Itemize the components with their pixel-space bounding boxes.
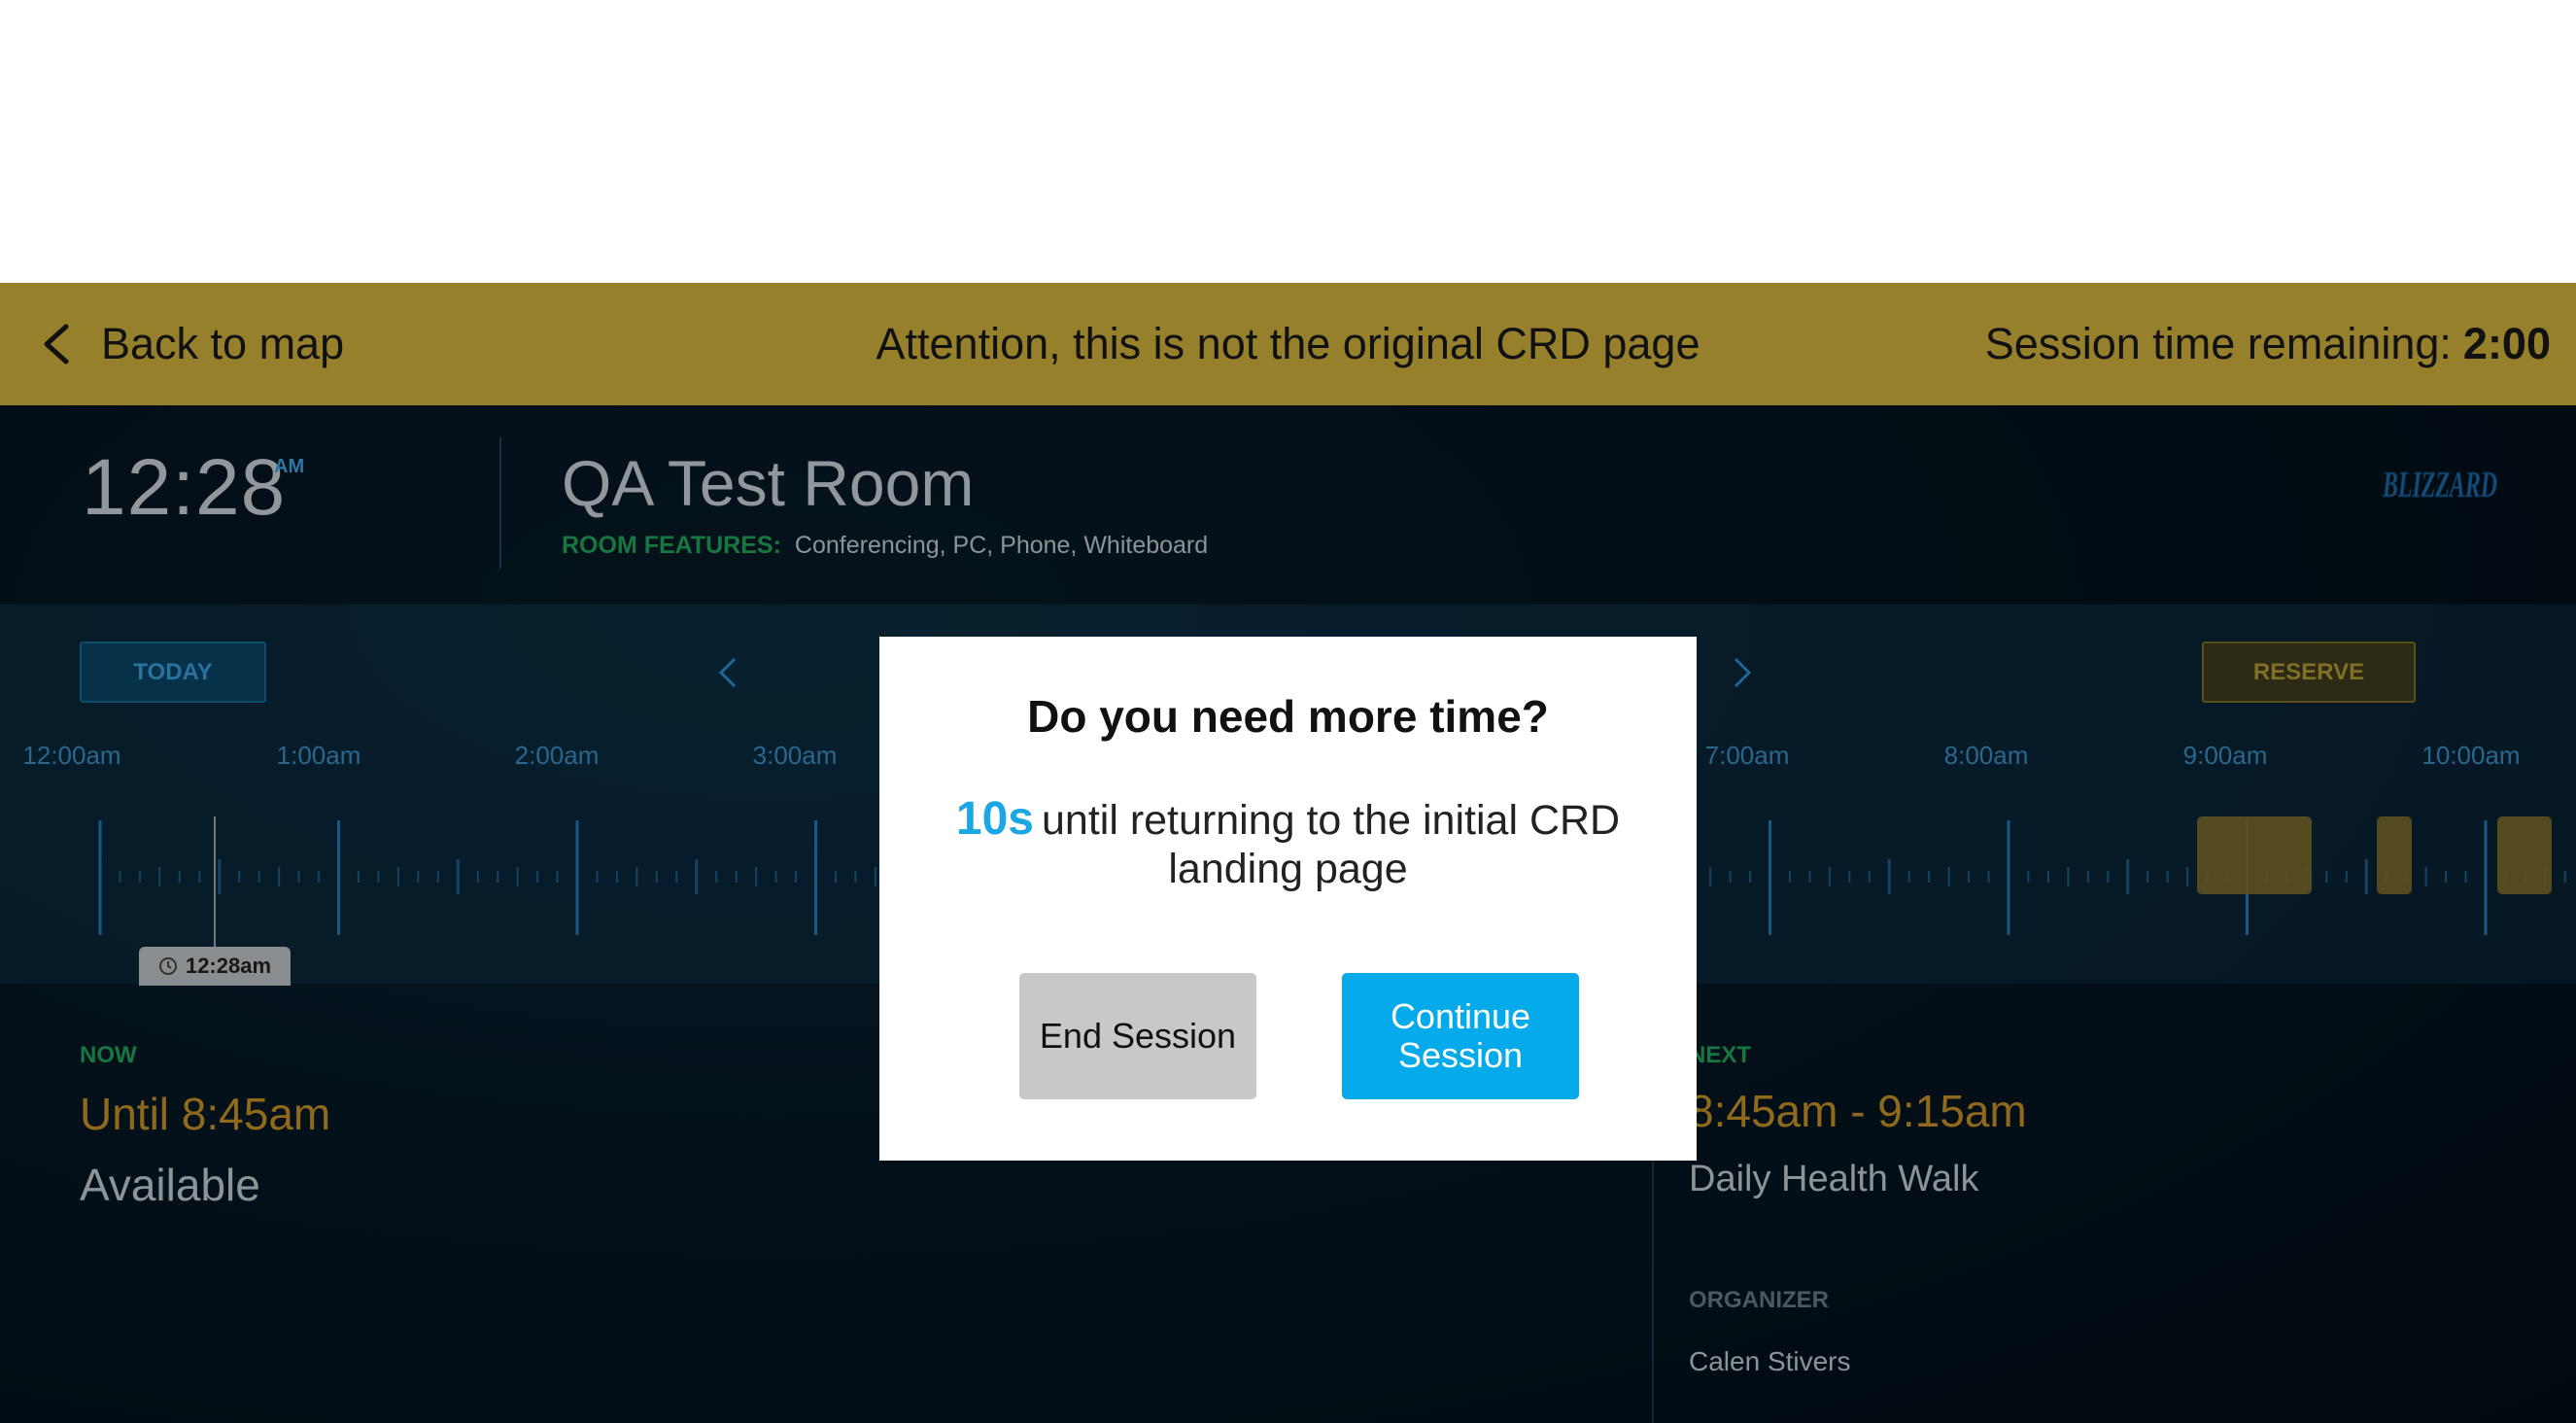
back-to-map-label: Back to map [101, 319, 345, 368]
session-time-value: 2:00 [2462, 319, 2551, 368]
session-timeout-dialog: Do you need more time? 10s until returnin… [879, 637, 1697, 1161]
attention-banner: Back to map Attention, this is not the o… [0, 283, 2576, 405]
end-session-button[interactable]: End Session [1019, 973, 1256, 1099]
continue-session-button[interactable]: Continue Session [1342, 973, 1579, 1099]
dialog-message: 10s until returning to the initial CRD la… [938, 795, 1638, 893]
dialog-title: Do you need more time? [1027, 691, 1549, 742]
countdown-value: 10s [955, 793, 1034, 845]
back-to-map-link[interactable]: Back to map [37, 283, 344, 405]
page: Back to map Attention, this is not the o… [0, 0, 2576, 1423]
session-time-remaining: Session time remaining: 2:00 [1985, 283, 2551, 405]
chevron-left-icon [44, 324, 69, 364]
dialog-message-text: until returning to the initial CRD landi… [1041, 797, 1621, 892]
session-time-label: Session time remaining: [1984, 319, 2452, 368]
